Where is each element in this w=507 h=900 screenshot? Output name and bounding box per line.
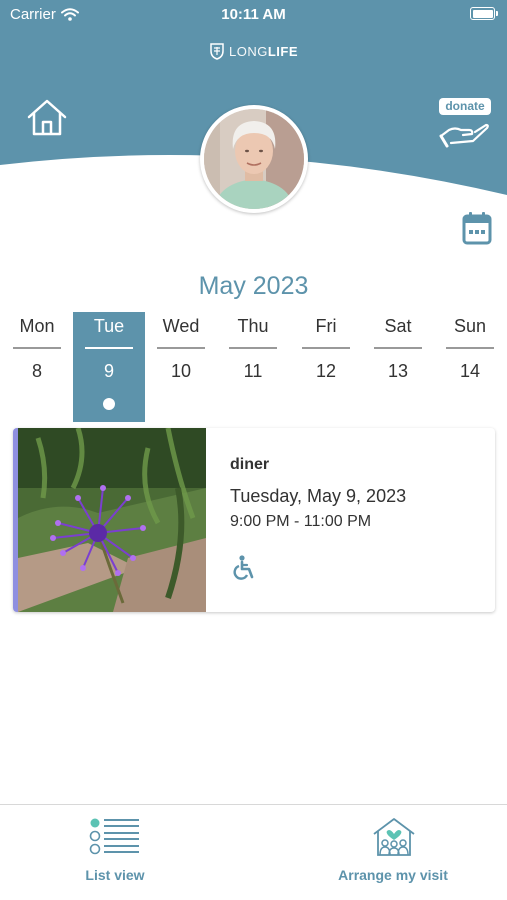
crest-icon — [210, 43, 224, 60]
day-name: Sat — [384, 316, 412, 336]
donate-button[interactable]: donate — [437, 98, 493, 150]
day-sat[interactable]: Sat 13 — [362, 312, 434, 422]
event-date: Tuesday, May 9, 2023 — [230, 486, 407, 506]
battery-icon — [470, 7, 498, 20]
day-name: Wed — [162, 316, 200, 336]
list-view-icon — [89, 818, 139, 855]
calendar-button[interactable] — [462, 211, 492, 245]
day-thu[interactable]: Thu 11 — [217, 312, 289, 422]
day-tue[interactable]: Tue 9 — [73, 312, 145, 422]
tab-arrange-visit[interactable]: Arrange my visit — [320, 805, 466, 900]
event-title: diner — [230, 456, 270, 473]
day-number: 10 — [170, 361, 192, 381]
day-divider — [13, 347, 61, 349]
day-divider — [302, 347, 350, 349]
resident-avatar — [200, 105, 308, 213]
day-name: Fri — [315, 316, 337, 336]
event-time: 9:00 PM - 11:00 PM — [230, 513, 372, 530]
day-number: 11 — [243, 361, 263, 381]
day-number: 13 — [387, 361, 409, 381]
wheelchair-accessible-icon — [233, 555, 254, 580]
day-name: Tue — [93, 316, 125, 336]
event-dot — [103, 398, 115, 410]
day-name: Mon — [19, 316, 55, 336]
donate-label: donate — [439, 98, 491, 115]
avatar-photo — [204, 109, 304, 209]
status-time: 10:11 AM — [221, 6, 286, 23]
day-number: 14 — [459, 361, 481, 381]
day-wed[interactable]: Wed 10 — [145, 312, 217, 422]
day-divider — [85, 347, 133, 349]
day-divider — [157, 347, 205, 349]
day-number: 12 — [315, 361, 337, 381]
event-photo — [18, 428, 206, 612]
day-fri[interactable]: Fri 12 — [290, 312, 362, 422]
home-icon — [27, 99, 67, 136]
day-mon[interactable]: Mon 8 — [1, 312, 73, 422]
calendar-icon — [462, 212, 492, 245]
day-divider — [229, 347, 277, 349]
day-number: 9 — [103, 361, 114, 381]
brand-text-light: LONG — [228, 43, 268, 59]
day-name: Sun — [453, 316, 487, 336]
event-card[interactable]: diner Tuesday, May 9, 2023 9:00 PM - 11:… — [13, 428, 495, 612]
day-divider — [446, 347, 494, 349]
hand-icon — [439, 123, 489, 148]
month-title: May 2023 — [198, 272, 309, 300]
tab-list-view[interactable]: List view — [60, 805, 170, 900]
day-divider — [374, 347, 422, 349]
home-button[interactable] — [26, 98, 68, 138]
week-strip: Mon 8 Tue 9 Wed 10 Thu 11 Fri 12 Sat 13 … — [0, 312, 507, 422]
bottom-tab-bar: List view Arrange my visit — [0, 804, 507, 900]
brand-logo: LONGLIFE — [0, 42, 507, 60]
tab-arrange-visit-label: Arrange my visit — [338, 867, 448, 883]
tab-list-view-label: List view — [85, 867, 145, 883]
brand-text-bold: LIFE — [267, 43, 298, 59]
day-number: 8 — [31, 361, 42, 381]
day-name: Thu — [237, 316, 269, 336]
house-family-icon — [373, 818, 415, 856]
status-bar: Carrier 10:11 AM — [0, 0, 507, 30]
day-sun[interactable]: Sun 14 — [434, 312, 506, 422]
